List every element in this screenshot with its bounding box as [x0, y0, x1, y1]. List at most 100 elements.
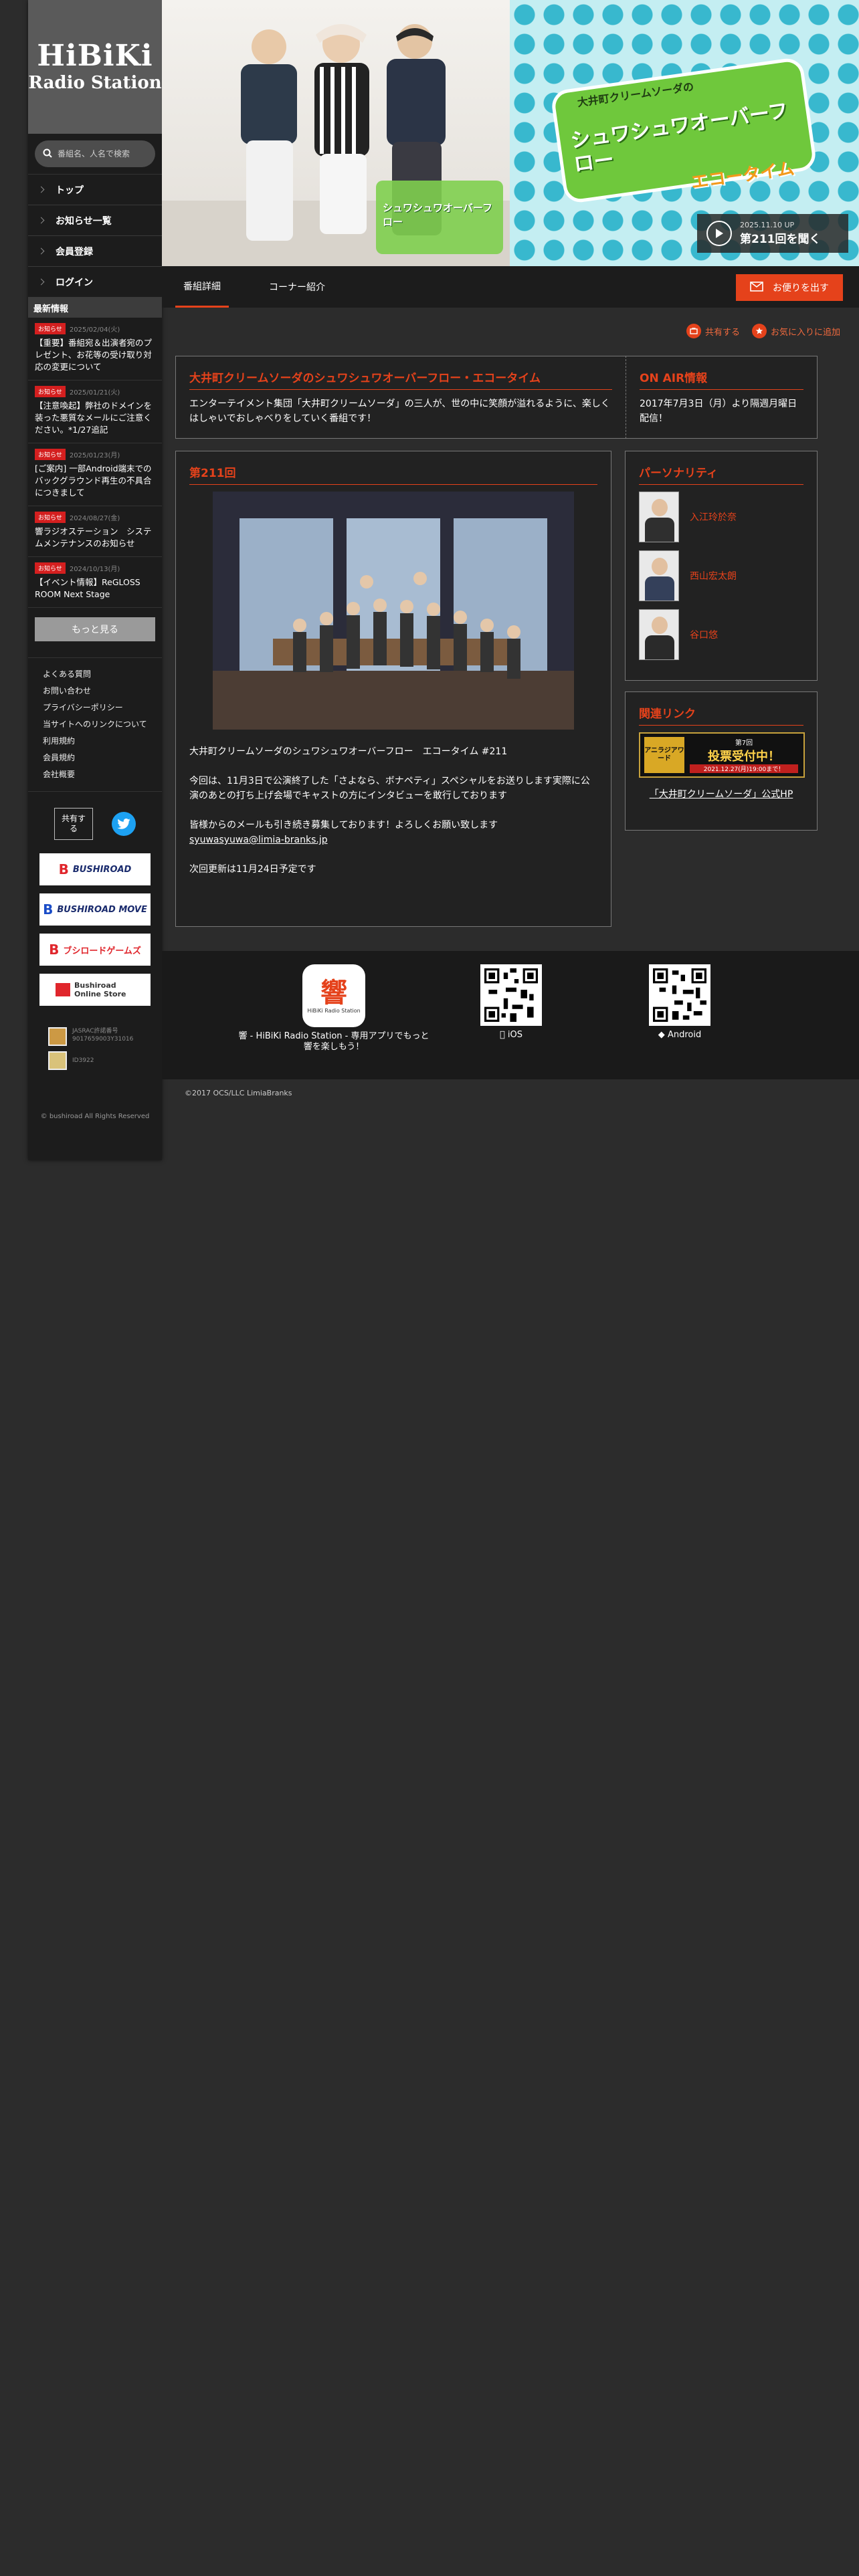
ios-download[interactable]:  iOS — [480, 964, 542, 1041]
news-heading: 最新情報 — [28, 298, 162, 318]
jasrac-info: JASRAC許諾番号 9017659003Y31016 — [28, 1014, 162, 1049]
nav-label: トップ — [56, 185, 84, 196]
mail-icon — [750, 281, 763, 294]
apple-icon:  — [500, 1030, 505, 1040]
episode-email-link[interactable]: syuwasyuwa@limia-branks.jp — [189, 835, 328, 845]
anigra-main: 投票受付中！ — [708, 750, 780, 764]
anigra-award-banner[interactable]: アニラジアワード 第7回 投票受付中！ 2021.12.27(月)19:00まで… — [639, 732, 805, 778]
news-item[interactable]: お知らせ 2024/10/13(月) 【イベント情報】ReGLOSS ROOM N… — [28, 557, 162, 608]
nav-item-top[interactable]: トップ — [28, 175, 162, 205]
jasrac-text: JASRAC許諾番号 — [72, 1028, 118, 1035]
listen-label: 第211回を聞く — [740, 233, 821, 246]
banner-bushiroad-games[interactable]: B ブシロードゲームズ — [39, 934, 151, 966]
nav-label: ログイン — [56, 277, 93, 288]
anigra-edition: 第7回 — [735, 740, 753, 747]
banner-list: B BUSHIROAD B BUSHIROAD MOVE B ブシロードゲームズ Bu… — [28, 853, 162, 1006]
send-letter-button[interactable]: お便りを出す — [736, 274, 843, 301]
program-description: エンターテイメント集団「大井町クリームソーダ」の三人が、世の中に笑顔が溢れるよう… — [189, 399, 610, 424]
personality-item[interactable]: 西山宏太朗 — [639, 550, 803, 601]
link-member-terms[interactable]: 会員規約 — [43, 750, 147, 766]
nav-item-news[interactable]: お知らせ一覧 — [28, 205, 162, 236]
news-text: 【重要】番組宛＆出演者宛のプレゼント、お花等の受け取り対応の変更について — [35, 338, 153, 372]
listen-date: 2025.11.10 UP — [740, 221, 795, 229]
news-badge: お知らせ — [35, 386, 66, 397]
program-info-box: 大井町クリームソーダのシュワシュワオーバーフロー・エコータイム エンターテイメン… — [175, 356, 626, 439]
share-program-button[interactable]: 共有する — [686, 324, 740, 338]
banner-text: Bushiroad Online Store — [74, 981, 126, 998]
play-icon — [706, 221, 732, 246]
nexone-info: ID3922 — [28, 1049, 162, 1073]
bushiroad-logo-icon: B — [43, 901, 54, 918]
news-date: 2024/10/13(月) — [69, 566, 120, 573]
share-program-label: 共有する — [704, 327, 740, 338]
search-input[interactable] — [58, 149, 158, 158]
hero-cast-photo: シュワシュワオーバーフロー — [162, 0, 510, 266]
onair-title: ON AIR情報 — [640, 368, 803, 390]
chevron-right-icon — [37, 278, 45, 286]
bushiroad-logo-icon: B — [49, 942, 60, 958]
banner-bushiroad[interactable]: B BUSHIROAD — [39, 853, 151, 885]
personality-name: 入江玲於奈 — [690, 512, 737, 523]
tab-program-detail[interactable]: 番組詳細 — [175, 266, 229, 308]
link-faq[interactable]: よくある質問 — [43, 666, 147, 683]
nav-label: お知らせ一覧 — [56, 215, 112, 227]
news-item[interactable]: お知らせ 2024/08/27(金) 響ラジオステーション システムメンテナンスの… — [28, 506, 162, 557]
personality-name: 西山宏太朗 — [690, 571, 737, 582]
banner-text: BUSHIROAD — [72, 864, 132, 875]
program-title: 大井町クリームソーダのシュワシュワオーバーフロー・エコータイム — [189, 368, 612, 390]
chevron-right-icon — [37, 247, 45, 255]
android-qr-code — [649, 964, 710, 1026]
more-news-button[interactable]: もっと見る — [35, 617, 155, 641]
site-logo[interactable]: HiBiKi Radio Station — [28, 0, 162, 134]
personality-title: パーソナリティ — [639, 463, 803, 485]
news-item[interactable]: お知らせ 2025/01/21(火) 【注意喚起】弊社のドメインを装った悪質なメー… — [28, 381, 162, 443]
tab-corner[interactable]: コーナー紹介 — [261, 266, 333, 308]
banner-online-store[interactable]: Bushiroad Online Store — [39, 974, 151, 1006]
nexone-id: ID3922 — [72, 1057, 94, 1064]
send-letter-label: お便りを出す — [773, 283, 829, 294]
nav-item-login[interactable]: ログイン — [28, 267, 162, 298]
link-terms[interactable]: 利用規約 — [43, 733, 147, 750]
footer-links: よくある質問 お問い合わせ プライバシーポリシー 当サイトへのリンクについて 利… — [28, 658, 162, 792]
link-contact[interactable]: お問い合わせ — [43, 683, 147, 700]
episode-line3: 皆様からのメールも引き続き募集しております！よろしくお願い致します — [189, 820, 498, 831]
personality-photo — [639, 550, 679, 601]
related-title: 関連リンク — [639, 704, 803, 726]
share-label: 共有する — [62, 814, 86, 833]
official-site-link[interactable]: 「大井町クリームソーダ」公式HP — [639, 787, 803, 800]
link-privacy[interactable]: プライバシーポリシー — [43, 700, 147, 716]
nexone-logo-icon — [48, 1051, 67, 1070]
listen-episode-button[interactable]: 2025.11.10 UP 第211回を聞く — [697, 214, 848, 253]
anigra-date: 2021.12.27(月)19:00まで！ — [690, 764, 798, 773]
ios-qr-code — [480, 964, 542, 1026]
link-company[interactable]: 会社概要 — [43, 766, 147, 783]
episode-box: 第211回 大井町クリームソーダのシュワシュワオーバーフロー エコータイム #2… — [175, 451, 611, 927]
app-download[interactable]: 響 HiBiKi Radio Station 響 - HiBiKi Radio … — [237, 964, 431, 1053]
news-item[interactable]: お知らせ 2025/02/04(火) 【重要】番組宛＆出演者宛のプレゼント、お花等… — [28, 318, 162, 381]
nav-item-register[interactable]: 会員登録 — [28, 236, 162, 267]
search-box[interactable] — [35, 140, 158, 167]
add-favorite-button[interactable]: お気に入りに追加 — [751, 324, 840, 338]
share-button[interactable]: 共有する — [54, 808, 93, 840]
twitter-icon[interactable] — [112, 812, 136, 836]
link-linking[interactable]: 当サイトへのリンクについて — [43, 716, 147, 733]
news-text: 【注意喚起】弊社のドメインを装った悪質なメールにご注意ください。*1/27追記 — [35, 401, 153, 435]
nav-label: 会員登録 — [56, 246, 93, 257]
personality-photo — [639, 609, 679, 660]
banner-text: BUSHIROAD MOVE — [57, 904, 147, 915]
news-date: 2024/08/27(金) — [69, 515, 120, 522]
copyright: ©2017 OCS/LLC LimiaBranks — [185, 1089, 292, 1097]
chevron-right-icon — [37, 186, 45, 193]
share-row: 共有する — [28, 792, 162, 853]
personality-item[interactable]: 入江玲於奈 — [639, 492, 803, 542]
episode-line2: 今回は、11月3日で公演終了した「さよなら、ボナペティ」スペシャルをお送りします… — [189, 776, 590, 801]
episode-photo — [213, 492, 574, 730]
more-area: もっと見る — [28, 608, 162, 658]
personality-item[interactable]: 谷口悠 — [639, 609, 803, 660]
search-icon — [43, 148, 52, 160]
episode-line4: 次回更新は11月24日予定です — [189, 864, 316, 875]
banner-bushiroad-move[interactable]: B BUSHIROAD MOVE — [39, 893, 151, 926]
android-download[interactable]: ◆ Android — [649, 964, 710, 1041]
anigra-logo: アニラジアワード — [644, 737, 684, 773]
news-item[interactable]: お知らせ 2025/01/23(月) [ご案内] 一部Android端末でのバック… — [28, 443, 162, 506]
